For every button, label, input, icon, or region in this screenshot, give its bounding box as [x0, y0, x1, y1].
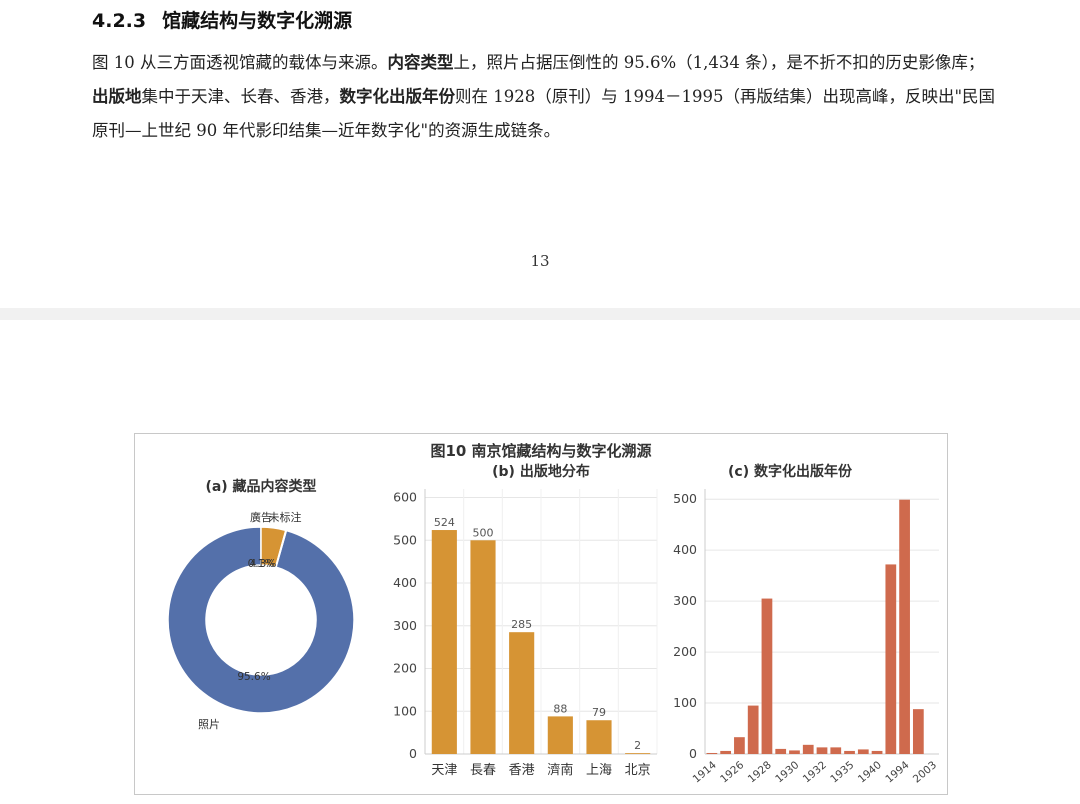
bar-value-label: 524: [434, 516, 455, 529]
donut-slice-label-1: 未标注: [269, 510, 302, 524]
x-tick-label: 北京: [625, 763, 651, 778]
chart-a-title: (a) 藏品内容类型: [205, 478, 316, 495]
y-tick-label: 400: [673, 542, 697, 557]
bar-value-label: 500: [473, 526, 494, 539]
bar-1926: [734, 737, 745, 754]
bar-1930: [789, 750, 800, 754]
bar-上海: [586, 720, 612, 754]
y-tick-label: 500: [673, 491, 697, 506]
x-tick-label: 1932: [801, 759, 829, 785]
figure-title: 图10 南京馆藏结构与数字化溯源: [430, 442, 651, 460]
section-number: 4.2.3: [92, 10, 147, 32]
body-paragraph: 图 10 从三方面透视馆藏的载体与来源。内容类型上，照片占据压倒性的 95.6%…: [92, 46, 998, 148]
bar-1994: [899, 499, 910, 754]
x-tick-label: 天津: [431, 763, 457, 778]
y-tick-label: 0: [689, 746, 697, 761]
figure-10: 图10 南京馆藏结构与数字化溯源 (a) 藏品内容类型 照片 95.6% 未标注 4.3…: [134, 433, 948, 795]
chart-c-title: (c) 数字化出版年份: [728, 463, 853, 480]
y-tick-label: 300: [393, 618, 417, 633]
x-tick-label: 長春: [470, 763, 496, 778]
section-title: 馆藏结构与数字化溯源: [162, 10, 353, 32]
y-tick-label: 0: [409, 746, 417, 761]
bar-1995: [912, 709, 924, 754]
bar-1927: [747, 705, 759, 754]
paragraph-bold-term: 数字化出版年份: [339, 87, 456, 106]
paragraph-text: 图 10 从三方面透视馆藏的载体与来源。: [92, 53, 388, 72]
bar-1936: [857, 749, 869, 754]
figure-canvas: 图10 南京馆藏结构与数字化溯源 (a) 藏品内容类型照片95.6%未标注4.3…: [167, 442, 939, 786]
document-page: 4.2.3 馆藏结构与数字化溯源 图 10 从三方面透视馆藏的载体与来源。内容类型…: [0, 0, 1080, 308]
paragraph-text: 集中于天津、长春、香港，: [141, 87, 340, 106]
y-tick-label: 100: [673, 695, 697, 710]
bar-1940: [871, 750, 883, 754]
x-tick-label: 香港: [509, 763, 535, 778]
bar-value-label: 285: [511, 618, 532, 631]
bar-香港: [509, 632, 535, 754]
bar-value-label: 2: [634, 739, 641, 752]
x-tick-label: 2003: [911, 759, 939, 785]
bar-1931: [802, 744, 814, 754]
y-tick-label: 600: [393, 490, 417, 505]
y-tick-label: 200: [673, 644, 697, 659]
page-number: 13: [530, 252, 550, 270]
y-tick-label: 100: [393, 703, 417, 718]
paragraph-bold-term: 内容类型: [387, 53, 454, 72]
x-tick-label: 1914: [691, 759, 719, 786]
bar-1935: [844, 750, 855, 754]
bar-1925: [720, 750, 732, 754]
x-tick-label: 1928: [746, 759, 774, 785]
bar-1914: [706, 752, 718, 754]
bar-1993: [885, 564, 897, 754]
bar-1932: [816, 747, 828, 754]
x-tick-label: 1930: [773, 759, 801, 785]
bar-長春: [470, 540, 496, 754]
donut-slice-pct-2: 0.1%: [248, 558, 275, 570]
y-tick-label: 500: [393, 532, 417, 547]
x-tick-label: 濟南: [547, 762, 573, 778]
bar-value-label: 79: [592, 706, 606, 719]
paragraph-bold-term: 出版地: [92, 87, 142, 106]
bar-1933: [830, 747, 842, 754]
bar-北京: [625, 753, 651, 754]
chart-b-title: (b) 出版地分布: [492, 463, 590, 480]
bar-1929: [775, 748, 787, 754]
bar-天津: [431, 530, 457, 754]
donut-slice-label-2: 廣告: [250, 510, 272, 524]
paragraph-text: 上，照片占据压倒性的 95.6%（1,434 条），是不折不扣的历史影像库；: [453, 53, 985, 72]
y-tick-label: 300: [673, 593, 697, 608]
y-tick-label: 400: [393, 575, 417, 590]
donut-slice-pct-0: 95.6%: [237, 671, 270, 683]
x-tick-label: 1940: [856, 759, 884, 785]
x-tick-label: 1926: [718, 759, 746, 786]
y-tick-label: 200: [393, 661, 417, 676]
bar-濟南: [547, 716, 573, 754]
bar-value-label: 88: [553, 702, 567, 715]
section-heading: 4.2.3 馆藏结构与数字化溯源: [92, 6, 352, 33]
bar-1928: [761, 598, 773, 754]
x-tick-label: 1935: [828, 759, 856, 785]
x-tick-label: 1994: [883, 759, 911, 786]
donut-slice-label-0: 照片: [198, 718, 220, 731]
x-tick-label: 上海: [586, 763, 612, 778]
